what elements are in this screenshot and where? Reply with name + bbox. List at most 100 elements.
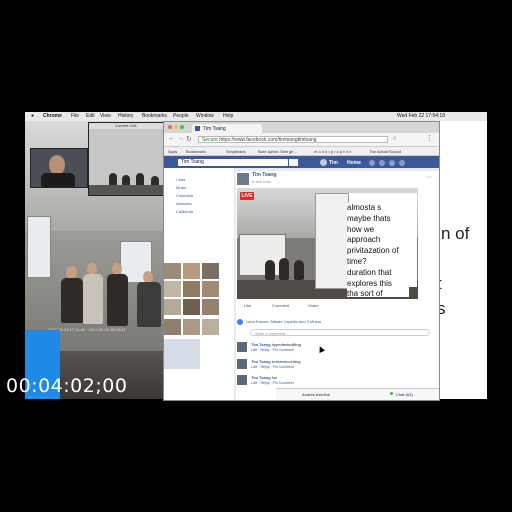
caption-line: approach (347, 235, 381, 245)
person-body (41, 173, 75, 187)
commenter-avatar[interactable] (237, 375, 247, 385)
audience-person (83, 274, 103, 324)
photo-thumbnail[interactable] (164, 281, 181, 297)
left-col-item[interactable]: California (176, 209, 193, 214)
commenter-avatar[interactable] (237, 359, 247, 369)
comment-text: Tim Tsang screenrecording (251, 359, 300, 364)
commenter-avatar[interactable] (237, 342, 247, 352)
menu-history[interactable]: History (118, 113, 134, 119)
video-inset-screen (315, 193, 349, 289)
comment-item: Tim Tsang screenrecording Like · Reply ·… (236, 358, 439, 372)
photo-thumbnail[interactable] (202, 263, 219, 279)
video-person (265, 260, 275, 280)
menu-bookmarks[interactable]: Bookmarks (142, 113, 167, 119)
facebook-user-link[interactable]: Tim (329, 160, 338, 166)
bookmark-aphex-twin[interactable]: Bare Aphex Twin ge... (258, 149, 297, 154)
post-options-icon[interactable]: ⋯ (426, 174, 432, 181)
presentation-slide: n of t s (437, 121, 487, 399)
like-button[interactable]: Like (244, 303, 251, 308)
help-icon[interactable] (399, 160, 405, 166)
self-camera-thumbnail (30, 148, 88, 188)
video-person (294, 260, 304, 280)
menu-icon[interactable]: ⋮ (426, 134, 433, 142)
friend-requests-icon[interactable] (369, 160, 375, 166)
audience-person (137, 282, 161, 327)
bookmark-star-icon[interactable]: ☆ (392, 135, 397, 142)
bookmark-bookmarks[interactable]: Bookmarks (186, 149, 206, 154)
bookmark-simplelabs[interactable]: Simplelabs (226, 149, 246, 154)
minimize-window-icon[interactable] (174, 125, 178, 129)
menu-file[interactable]: File (71, 113, 79, 119)
chat-contact[interactable]: Andrés Azerline (302, 392, 330, 397)
photo-thumbnail[interactable] (183, 319, 200, 335)
url-input[interactable]: Secure https://www.facebook.com/timtsang… (198, 136, 388, 143)
comment-text: Tim Tsang hypertextedliting (251, 342, 301, 347)
back-icon[interactable]: ← (168, 135, 175, 142)
comment-text: Tim Tsang fun (251, 375, 277, 380)
photo-thumbnail[interactable] (164, 299, 181, 315)
menu-app-name[interactable]: Chrome (43, 113, 62, 119)
photo-thumbnail[interactable] (164, 263, 181, 279)
video-caption-text: almosta s maybe thats how we approach pr… (347, 203, 409, 298)
comment-actions[interactable]: Like · Reply · Pin Comment (251, 348, 294, 352)
photo-thumbnail[interactable] (202, 281, 219, 297)
comment-actions[interactable]: Like · Reply · Pin Comment (251, 365, 294, 369)
messages-icon[interactable] (379, 160, 385, 166)
forward-icon[interactable]: → (177, 135, 184, 142)
comment-item: Tim Tsang fun Like · Reply · Pin Comment (236, 374, 439, 388)
facebook-search-input[interactable]: Tim Tsang (178, 159, 288, 166)
photo-thumbnail[interactable] (202, 299, 219, 315)
caption-line: explores this (347, 278, 392, 288)
post-subtitle: is live now. (252, 179, 272, 184)
write-comment-input[interactable]: Write a comment... (250, 329, 430, 336)
facebook-home-link[interactable]: Home (347, 160, 361, 166)
like-reaction-icon (237, 319, 243, 325)
share-button[interactable]: Share (308, 303, 319, 308)
zoom-window-icon[interactable] (180, 125, 184, 129)
caption-line: maybe thats (347, 213, 391, 223)
likes-summary[interactable]: Lami Kasmu, Allister Capellio and 3 othe… (246, 319, 321, 324)
photo-thumbnail[interactable] (164, 319, 181, 335)
reload-icon[interactable]: ↻ (186, 135, 192, 143)
left-col-item[interactable]: r Arts (176, 177, 185, 182)
audience-person (61, 278, 83, 323)
post-author-name[interactable]: Tim Tsang (252, 172, 277, 178)
left-col-item[interactable]: Artworks (176, 201, 192, 206)
menu-view[interactable]: View (100, 113, 111, 119)
url-text: https://www.facebook.com/timtsangtimtsan… (219, 137, 317, 143)
video-person (279, 258, 289, 280)
menu-edit[interactable]: Edit (86, 113, 95, 119)
search-icon[interactable] (289, 159, 298, 166)
photo-thumbnail[interactable] (183, 299, 200, 315)
audience-person (107, 274, 128, 326)
notifications-icon[interactable] (389, 160, 395, 166)
photo-thumbnail[interactable] (183, 263, 200, 279)
menu-help[interactable]: Help (223, 113, 233, 119)
comment-author[interactable]: Tim Tsang (251, 342, 271, 347)
comment-body: fun (271, 375, 278, 380)
comment-actions[interactable]: Like · Reply · Pin Comment (251, 381, 294, 385)
comment-body: hypertextedliting (271, 342, 301, 347)
close-window-icon[interactable] (168, 125, 172, 129)
left-col-item[interactable]: Columbia (176, 193, 193, 198)
browser-tab[interactable]: Tim Tsang (192, 124, 262, 133)
apple-icon[interactable]: ● (31, 113, 34, 119)
photo-thumbnail[interactable] (164, 339, 200, 369)
bookmark-apps[interactable]: Apps (168, 149, 177, 154)
left-col-item[interactable]: Music (176, 185, 186, 190)
chat-button[interactable]: Chat (63) (396, 392, 413, 397)
caption-line: duration that (347, 267, 392, 277)
menu-window[interactable]: Window (196, 113, 214, 119)
caption-line: almosta s (347, 203, 382, 212)
profile-avatar-icon[interactable] (320, 159, 327, 166)
bookmark-actual-school[interactable]: The Actual School (369, 149, 401, 154)
menu-people[interactable]: People (173, 113, 189, 119)
post-author-avatar[interactable] (237, 173, 249, 185)
caption-line: how we (347, 224, 375, 234)
photo-thumbnail[interactable] (202, 319, 219, 335)
bookmark-monk-prophet[interactable]: m o n k • p r o p h e t (314, 149, 351, 154)
comment-button[interactable]: Comment (272, 303, 289, 308)
comment-author[interactable]: Tim Tsang (251, 375, 271, 380)
comment-author[interactable]: Tim Tsang (251, 359, 271, 364)
photo-thumbnail[interactable] (183, 281, 200, 297)
